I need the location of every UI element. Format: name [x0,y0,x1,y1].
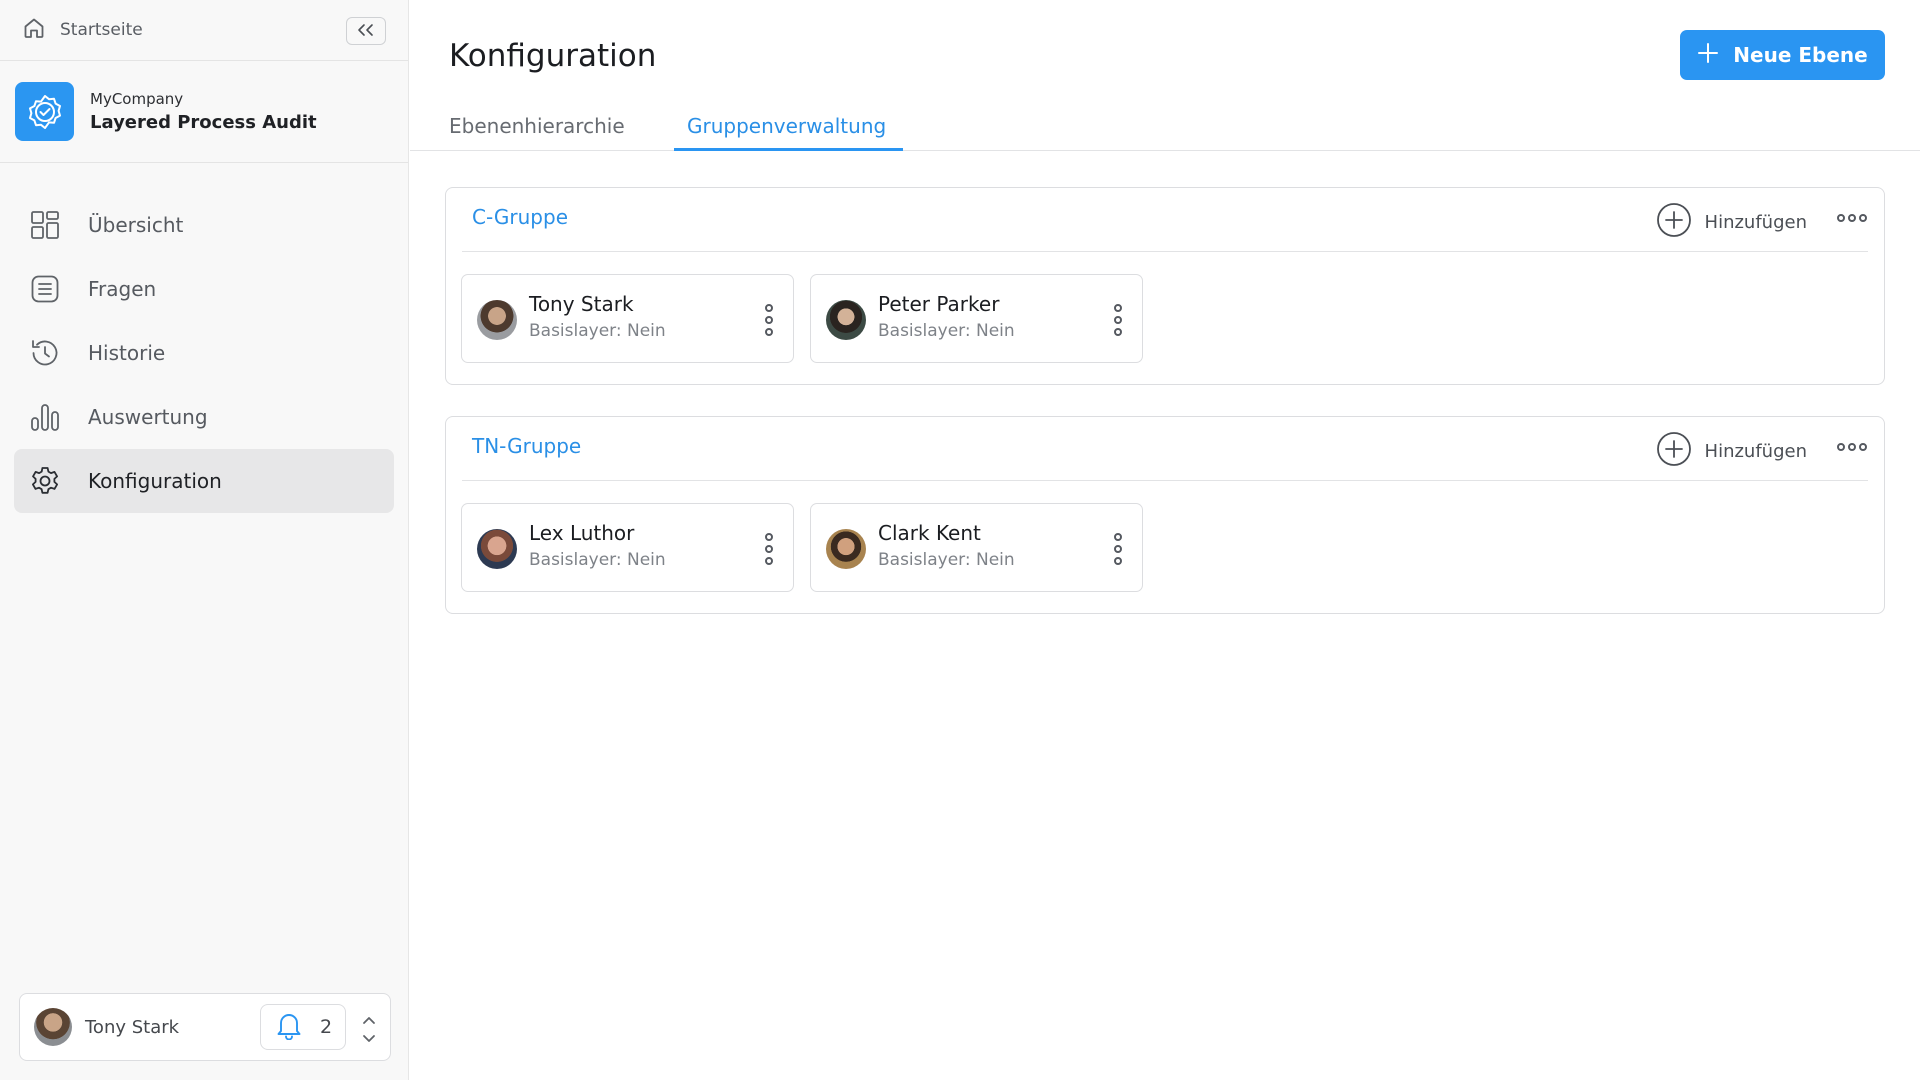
sidebar-item-label: Auswertung [88,405,208,429]
active-tab-indicator [674,148,903,151]
member-options-button[interactable] [1112,304,1124,336]
group-card: C-Gruppe Hinzufügen Tony Stark Basislaye… [445,187,1885,385]
member-options-button[interactable] [763,304,775,336]
history-icon [29,337,61,369]
group-title: TN-Gruppe [472,434,582,458]
avatar [826,300,866,340]
tab-bar: Ebenenhierarchie Gruppenverwaltung [410,108,1920,151]
notifications-button[interactable]: 2 [260,1004,346,1050]
member-baselayer: Basislayer: Nein [529,550,666,570]
avatar [477,529,517,569]
plus-circle-icon [1656,431,1692,471]
brand-header: MyCompany Layered Process Audit [0,61,408,163]
avatar [826,529,866,569]
more-options-button[interactable] [1836,210,1868,226]
member-baselayer: Basislayer: Nein [529,321,666,341]
add-member-label: Hinzufügen [1704,440,1807,462]
home-link[interactable]: Startseite [22,16,143,44]
group-title: C-Gruppe [472,205,569,229]
member-name: Peter Parker [878,292,1000,316]
new-layer-label: Neue Ebene [1733,43,1868,67]
sidebar-item-historie[interactable]: Historie [14,321,394,385]
page-title: Konfiguration [449,38,657,74]
sidebar-topbar: Startseite [0,0,408,61]
chevron-up-icon [361,1010,377,1029]
sidebar: Startseite MyCompany Layered Process Aud… [0,0,409,1080]
plus-icon [1697,42,1719,69]
avatar [477,300,517,340]
brand-product: Layered Process Audit [90,112,317,133]
member-baselayer: Basislayer: Nein [878,321,1015,341]
sidebar-item-label: Übersicht [88,213,184,237]
group-header: C-Gruppe Hinzufügen [462,188,1868,252]
user-name: Tony Stark [85,1016,180,1038]
home-icon [22,16,46,44]
sidebar-item-label: Konfiguration [88,469,222,493]
group-header: TN-Gruppe Hinzufügen [462,417,1868,481]
sidebar-item-fragen[interactable]: Fragen [14,257,394,321]
sidebar-item-label: Historie [88,341,166,365]
member-card[interactable]: Lex Luthor Basislayer: Nein [461,503,794,592]
sidebar-item-label: Fragen [88,277,157,301]
chevron-down-icon [361,1029,377,1048]
sidebar-nav: Übersicht Fragen Historie Auswertung Kon… [0,163,408,513]
member-name: Lex Luthor [529,521,635,545]
grid-icon [29,209,61,241]
tab-ebenenhierarchie[interactable]: Ebenenhierarchie [449,114,625,151]
group-card: TN-Gruppe Hinzufügen Lex Luthor Basislay… [445,416,1885,614]
brand-company: MyCompany [90,90,184,108]
notification-count: 2 [319,1016,333,1038]
new-layer-button[interactable]: Neue Ebene [1680,30,1885,80]
gear-icon [29,465,61,497]
bell-icon [274,1010,304,1044]
bar-chart-icon [29,401,61,433]
tab-gruppenverwaltung[interactable]: Gruppenverwaltung [687,114,886,151]
member-card[interactable]: Peter Parker Basislayer: Nein [810,274,1143,363]
collapse-sidebar-button[interactable] [346,17,386,45]
user-menu[interactable]: Tony Stark 2 [19,993,391,1061]
member-name: Clark Kent [878,521,981,545]
member-name: Tony Stark [529,292,634,316]
member-options-button[interactable] [1112,533,1124,565]
list-icon [29,273,61,305]
more-options-button[interactable] [1836,439,1868,455]
home-label: Startseite [60,20,143,40]
member-card[interactable]: Tony Stark Basislayer: Nein [461,274,794,363]
add-member-label: Hinzufügen [1704,211,1807,233]
plus-circle-icon [1656,202,1692,242]
main-content: Konfiguration Neue Ebene Ebenenhierarchi… [410,0,1920,1080]
avatar [34,1008,72,1046]
sidebar-item-konfiguration[interactable]: Konfiguration [14,449,394,513]
user-switch-button[interactable] [357,1010,381,1046]
member-baselayer: Basislayer: Nein [878,550,1015,570]
sidebar-item-uebersicht[interactable]: Übersicht [14,193,394,257]
member-card[interactable]: Clark Kent Basislayer: Nein [810,503,1143,592]
add-member-button[interactable]: Hinzufügen [1656,431,1807,471]
sidebar-item-auswertung[interactable]: Auswertung [14,385,394,449]
badge-check-icon [15,82,74,141]
member-options-button[interactable] [763,533,775,565]
double-chevron-left-icon [356,22,376,41]
add-member-button[interactable]: Hinzufügen [1656,202,1807,242]
